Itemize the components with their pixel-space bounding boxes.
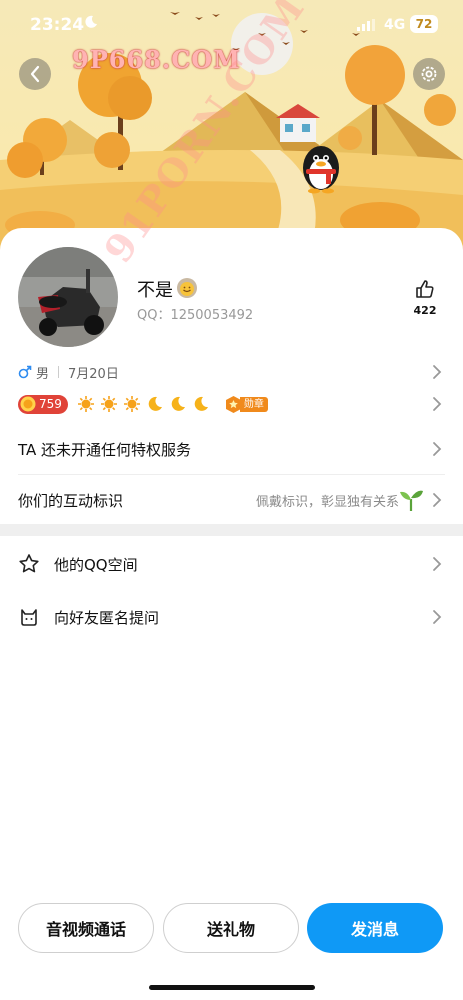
- signal-icon: [357, 19, 375, 31]
- interaction-label: 你们的互动标识: [18, 491, 124, 510]
- level-coin-icon: [20, 396, 36, 412]
- av-call-button[interactable]: 音视频通话: [18, 903, 154, 953]
- chevron-right-icon[interactable]: [432, 609, 442, 625]
- chevron-right-icon[interactable]: [432, 364, 442, 380]
- like-count: 422: [413, 304, 437, 317]
- status-bar: 23:24 4G 72: [0, 0, 463, 48]
- privilege-text: TA 还未开通任何特权服务: [18, 440, 192, 459]
- settings-button[interactable]: [413, 58, 445, 90]
- moon-level-icon: [171, 396, 185, 411]
- level-badge: 759: [18, 394, 68, 414]
- anonymous-ask-label: 向好友匿名提问: [54, 608, 160, 627]
- moon-icon: [85, 15, 97, 28]
- moon-level-icon: [194, 396, 208, 411]
- sun-level-icon: [77, 396, 94, 412]
- divider: [18, 474, 445, 475]
- divider: [58, 366, 60, 378]
- avatar[interactable]: [18, 247, 118, 347]
- level-row[interactable]: 759 勋章: [18, 392, 268, 416]
- privilege-row[interactable]: TA 还未开通任何特权服务: [18, 438, 445, 460]
- emoji-badge-icon: [177, 278, 197, 298]
- qzone-label: 他的QQ空间: [54, 555, 138, 574]
- chevron-right-icon[interactable]: [432, 396, 442, 412]
- chevron-right-icon[interactable]: [432, 441, 442, 457]
- send-message-button[interactable]: 发消息: [307, 903, 443, 953]
- basic-info-row[interactable]: 男 7月20日: [18, 362, 119, 382]
- qq-number: QQ：1250053492: [137, 308, 254, 323]
- cat-face-icon: [21, 609, 37, 626]
- gear-icon: [421, 66, 437, 82]
- status-time: 23:24: [30, 15, 85, 35]
- battery-icon: 72: [410, 15, 438, 33]
- interaction-hint: 佩戴标识，彰显独有关系: [255, 494, 399, 510]
- send-gift-button[interactable]: 送礼物: [163, 903, 299, 953]
- qzone-entry[interactable]: 他的QQ空间: [18, 551, 445, 577]
- sun-level-icon: [100, 396, 117, 412]
- anonymous-ask-entry[interactable]: 向好友匿名提问: [18, 604, 445, 630]
- chevron-right-icon[interactable]: [432, 492, 442, 508]
- nickname: 不是: [137, 280, 173, 301]
- chevron-left-icon: [30, 65, 40, 83]
- gender-text: 男: [36, 366, 50, 382]
- chevron-right-icon[interactable]: [432, 556, 442, 572]
- watermark-text: 9P668.COM: [72, 45, 241, 74]
- moon-level-icon: [148, 396, 162, 411]
- male-symbol-icon: [18, 365, 32, 379]
- home-indicator[interactable]: [149, 985, 315, 990]
- sun-level-icon: [123, 396, 140, 412]
- birthday-text: 7月20日: [68, 366, 119, 382]
- section-separator: [0, 524, 463, 536]
- back-button[interactable]: [19, 58, 51, 90]
- interaction-mark-row[interactable]: 你们的互动标识 佩戴标识，彰显独有关系: [18, 487, 445, 513]
- medal-label: 勋章: [239, 396, 268, 412]
- sprout-icon: [400, 490, 423, 511]
- level-number: 759: [39, 397, 62, 411]
- network-label: 4G: [384, 17, 406, 33]
- medal-badge[interactable]: 勋章: [224, 395, 268, 414]
- thumbs-up-icon[interactable]: [414, 278, 436, 300]
- star-icon: [19, 554, 39, 573]
